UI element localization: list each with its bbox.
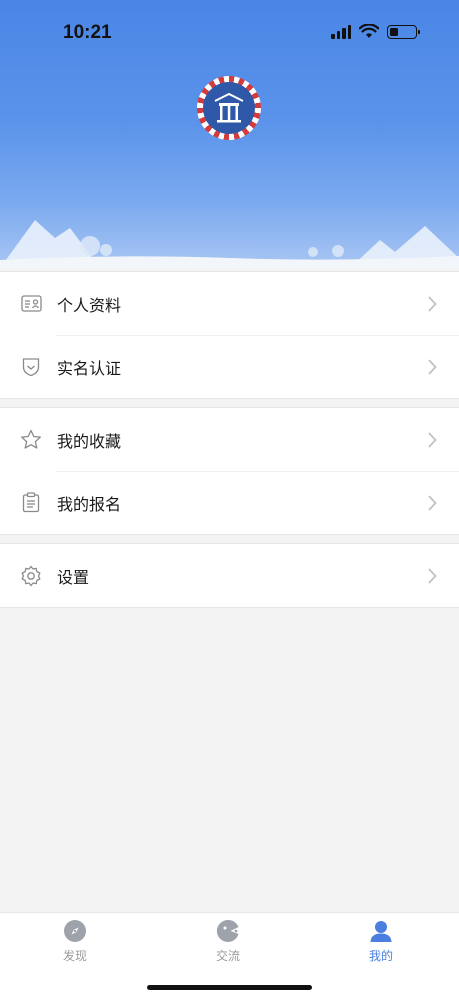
menu-item-profile[interactable]: 个人资料 — [0, 272, 459, 335]
menu-group-settings: 设置 — [0, 543, 459, 608]
gear-icon — [20, 565, 42, 587]
tab-mine[interactable]: 我的 — [341, 919, 421, 964]
menu-item-favorites[interactable]: 我的收藏 — [0, 408, 459, 471]
clipboard-icon — [20, 492, 42, 514]
chevron-right-icon — [428, 494, 437, 511]
tab-discover[interactable]: 发现 — [35, 919, 115, 964]
compass-icon — [64, 920, 86, 942]
avatar[interactable] — [197, 76, 261, 140]
id-card-icon — [20, 293, 42, 315]
home-indicator — [147, 985, 312, 990]
status-time: 10:21 — [63, 22, 112, 43]
shield-check-icon — [20, 356, 42, 378]
battery-level — [390, 27, 399, 36]
status-icons — [331, 24, 420, 39]
profile-screen: 10:21 个人资料 实名认证 我的收藏 我的报名 设置 发现 交流 我的 — [0, 0, 459, 1000]
menu-item-label: 实名认证 — [57, 358, 122, 378]
chat-icon — [216, 919, 239, 942]
menu-item-label: 我的收藏 — [57, 431, 122, 451]
tab-chat[interactable]: 交流 — [188, 919, 268, 964]
menu-item-label: 个人资料 — [57, 295, 122, 315]
profile-header: 10:21 — [0, 0, 459, 268]
menu-item-registrations[interactable]: 我的报名 — [0, 471, 459, 534]
menu-item-label: 设置 — [57, 567, 90, 587]
chevron-right-icon — [428, 295, 437, 312]
avatar-badge-icon — [203, 82, 255, 134]
menu-group-my: 我的收藏 我的报名 — [0, 407, 459, 535]
battery-icon — [387, 24, 420, 39]
menu-item-verification[interactable]: 实名认证 — [0, 335, 459, 398]
tab-label: 发现 — [62, 949, 87, 963]
snow-mountain-decoration — [0, 220, 459, 268]
menu-group-profile: 个人资料 实名认证 — [0, 271, 459, 399]
chevron-right-icon — [428, 567, 437, 584]
user-icon — [370, 921, 392, 942]
tab-label: 交流 — [215, 949, 240, 963]
wifi-icon — [359, 24, 379, 38]
menu-item-label: 我的报名 — [57, 494, 122, 514]
chevron-right-icon — [428, 431, 437, 448]
star-icon — [20, 429, 42, 451]
menu-item-settings[interactable]: 设置 — [0, 544, 459, 607]
cellular-signal-icon — [331, 24, 351, 39]
status-bar: 10:21 — [0, 0, 459, 64]
tab-label: 我的 — [368, 949, 393, 963]
chevron-right-icon — [428, 358, 437, 375]
